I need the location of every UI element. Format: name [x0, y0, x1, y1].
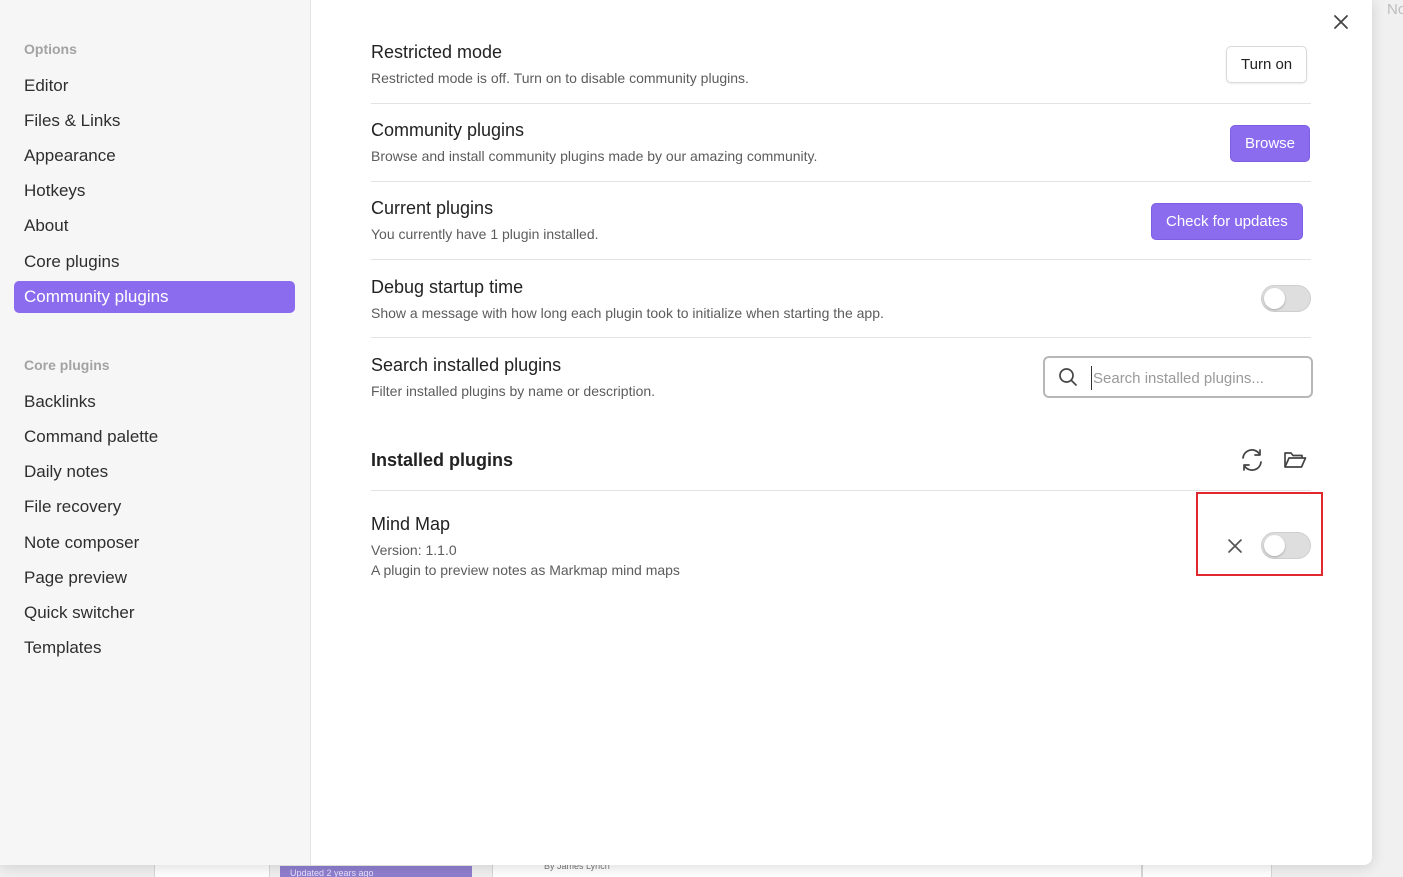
search-installed-plugins-field[interactable]: [1043, 356, 1313, 398]
close-icon: [1334, 15, 1348, 29]
folder-open-icon: [1284, 452, 1307, 468]
setting-title: Community plugins: [371, 120, 525, 140]
setting-description: Browse and install community plugins mad…: [371, 148, 818, 164]
sidebar-heading-options: Options: [24, 41, 77, 57]
browse-plugins-button[interactable]: Browse: [1230, 125, 1311, 162]
installed-plugins-heading: Installed plugins: [371, 450, 514, 470]
divider: [371, 259, 1311, 260]
divider: [371, 103, 1311, 104]
divider: [371, 337, 1311, 338]
close-button[interactable]: [1329, 10, 1353, 34]
sidebar-item-core-plugins[interactable]: Core plugins: [14, 246, 295, 278]
sidebar-item-community-plugins[interactable]: Community plugins: [14, 281, 295, 313]
settings-sidebar: Options Editor Files & Links Appearance …: [0, 0, 311, 865]
sidebar-heading-core-plugins: Core plugins: [24, 357, 110, 373]
sidebar-item-command-palette[interactable]: Command palette: [14, 421, 295, 453]
backdrop-corner-text: No: [1387, 1, 1403, 18]
sidebar-item-about[interactable]: About: [14, 210, 295, 242]
setting-title: Restricted mode: [371, 42, 503, 62]
setting-debug-startup-time: Debug startup time Show a message with h…: [371, 277, 1311, 321]
refresh-icon: [1242, 449, 1262, 471]
sidebar-item-templates[interactable]: Templates: [14, 632, 295, 664]
sidebar-item-file-recovery[interactable]: File recovery: [14, 491, 295, 523]
setting-restricted-mode: Restricted mode Restricted mode is off. …: [371, 42, 1311, 86]
search-icon: [1059, 368, 1077, 386]
plugin-name: Mind Map: [371, 514, 451, 534]
debug-startup-toggle[interactable]: [1261, 285, 1311, 312]
sidebar-item-daily-notes[interactable]: Daily notes: [14, 456, 295, 488]
setting-description: Show a message with how long each plugin…: [371, 305, 884, 321]
sidebar-item-note-composer[interactable]: Note composer: [14, 527, 295, 559]
sidebar-item-backlinks[interactable]: Backlinks: [14, 386, 295, 418]
setting-description: Restricted mode is off. Turn on to disab…: [371, 70, 749, 86]
setting-title: Debug startup time: [371, 277, 524, 297]
reload-plugins-button[interactable]: [1239, 447, 1265, 473]
check-for-updates-button[interactable]: Check for updates: [1151, 203, 1303, 240]
sidebar-item-quick-switcher[interactable]: Quick switcher: [14, 597, 295, 629]
sidebar-item-files-links[interactable]: Files & Links: [14, 105, 295, 137]
divider: [371, 181, 1311, 182]
toggle-knob: [1264, 288, 1285, 309]
sidebar-item-appearance[interactable]: Appearance: [14, 140, 295, 172]
backdrop-card: [1142, 864, 1272, 877]
open-plugins-folder-button[interactable]: [1282, 447, 1308, 473]
plugin-version: Version: 1.1.0: [371, 542, 457, 558]
plugin-description: A plugin to preview notes as Markmap min…: [371, 562, 680, 578]
backdrop-plugin-badge: Updated 2 years ago: [280, 866, 472, 877]
sidebar-item-hotkeys[interactable]: Hotkeys: [14, 175, 295, 207]
highlight-box: [1196, 492, 1323, 576]
divider: [371, 490, 1311, 491]
setting-community-plugins: Community plugins Browse and install com…: [371, 120, 1311, 164]
sidebar-item-editor[interactable]: Editor: [14, 70, 295, 102]
backdrop-card: [154, 864, 270, 877]
sidebar-item-page-preview[interactable]: Page preview: [14, 562, 295, 594]
turn-on-restricted-button[interactable]: Turn on: [1226, 46, 1308, 83]
search-installed-plugins-input[interactable]: [1091, 366, 1301, 390]
settings-modal: Options Editor Files & Links Appearance …: [0, 0, 1372, 865]
